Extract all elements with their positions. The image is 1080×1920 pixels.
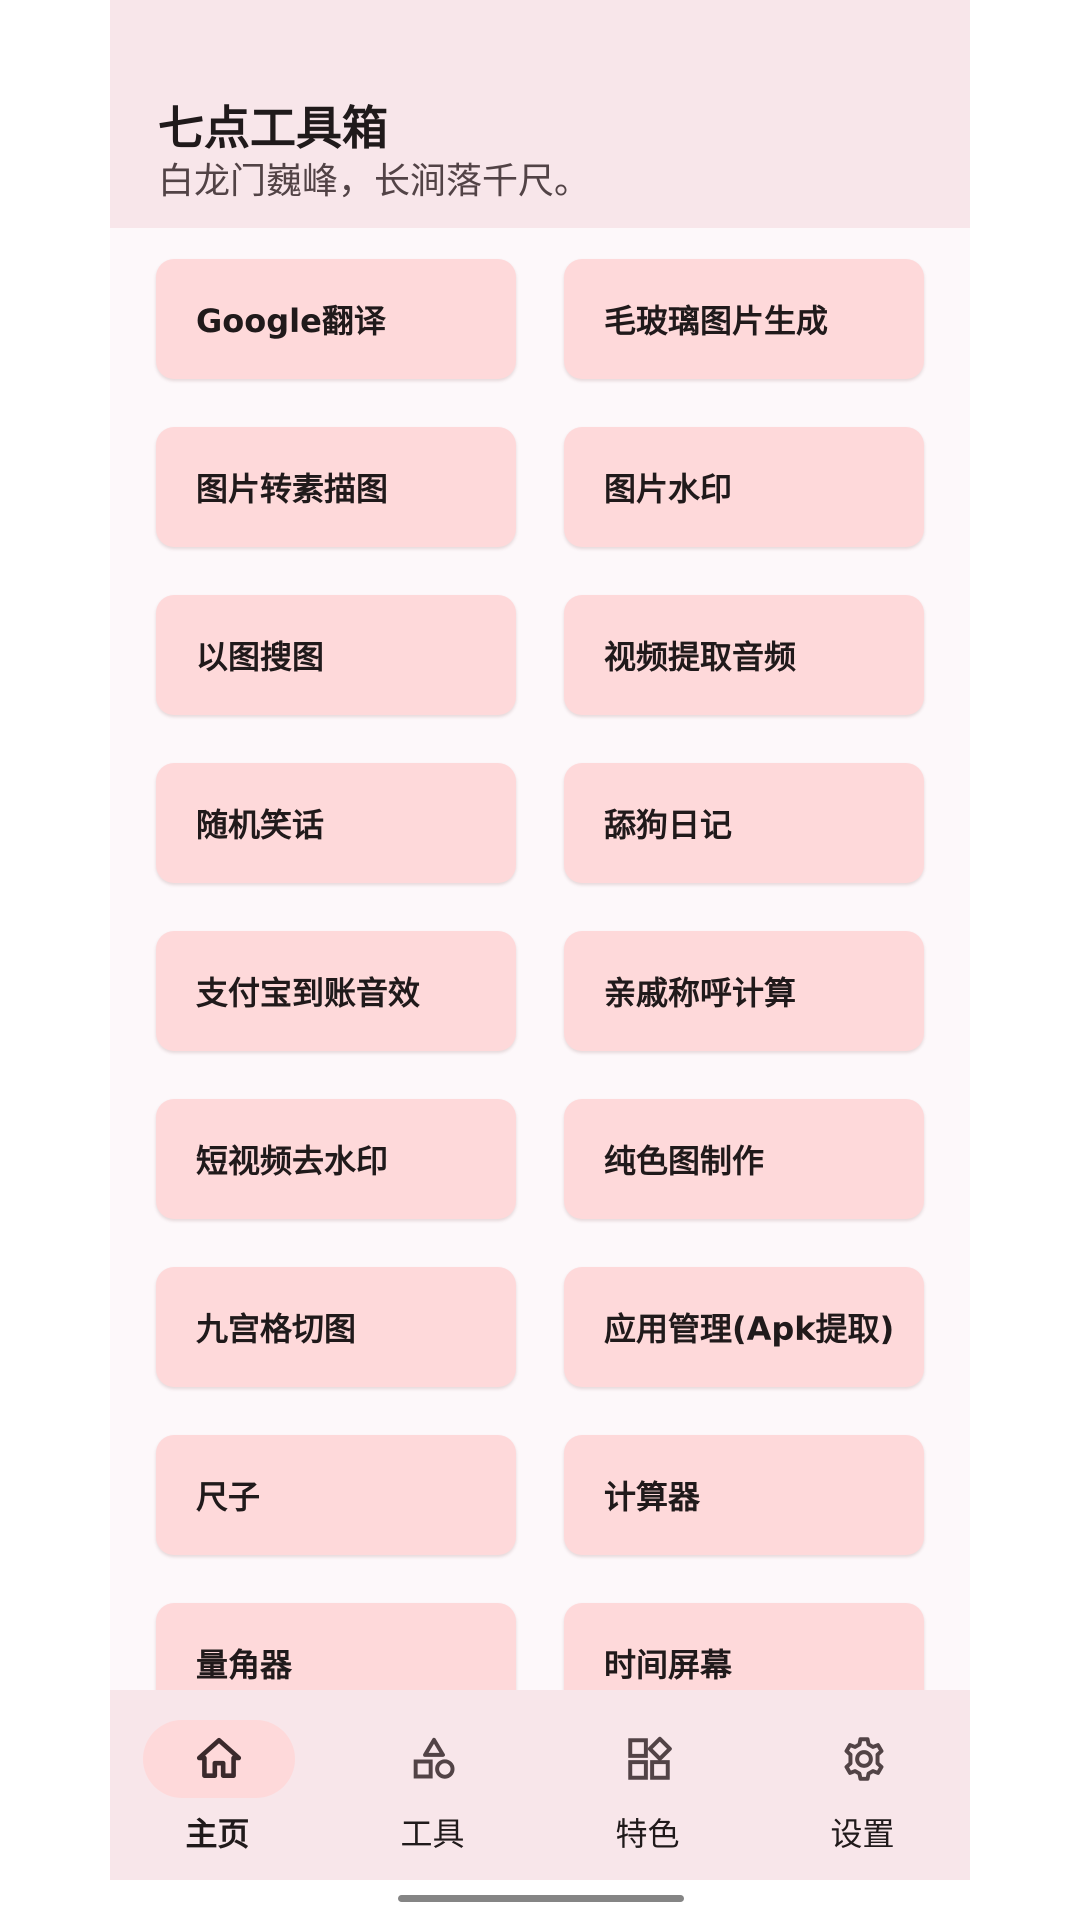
tool-image-to-sketch[interactable]: 图片转素描图: [156, 427, 516, 547]
nav-label: 主页: [185, 1815, 250, 1853]
home-icon: [196, 1737, 242, 1778]
tool-remove-video-watermark[interactable]: 短视频去水印: [156, 1099, 516, 1219]
tool-label: 亲戚称呼计算: [604, 974, 797, 1012]
tool-ruler[interactable]: 尺子: [156, 1435, 516, 1555]
tool-label: 以图搜图: [196, 638, 325, 676]
tool-nine-grid-cut[interactable]: 九宫格切图: [156, 1267, 516, 1387]
app-screen: 七点工具箱 白龙门巍峰，长涧落千尺。 Google翻译 毛玻璃图片生成 图片转素…: [110, 0, 970, 1880]
tool-label: 视频提取音频: [604, 638, 797, 676]
shapes-icon: [413, 1737, 455, 1779]
tool-google-translate[interactable]: Google翻译: [156, 259, 516, 379]
app-header: 七点工具箱 白龙门巍峰，长涧落千尺。: [110, 0, 970, 228]
tool-relative-title-calc[interactable]: 亲戚称呼计算: [564, 931, 924, 1051]
tool-label: 短视频去水印: [196, 1142, 389, 1180]
tool-alipay-sound[interactable]: 支付宝到账音效: [156, 931, 516, 1051]
tool-calculator[interactable]: 计算器: [564, 1435, 924, 1555]
tool-label: 随机笑话: [196, 806, 325, 844]
nav-settings[interactable]: 设置: [755, 1690, 970, 1880]
tool-label: 图片转素描图: [196, 470, 389, 508]
nav-tools[interactable]: 工具: [325, 1690, 540, 1880]
tool-label: 毛玻璃图片生成: [604, 302, 829, 340]
widgets-icon: [628, 1736, 672, 1780]
tool-label: 应用管理(Apk提取): [604, 1310, 895, 1348]
tool-solid-color-image[interactable]: 纯色图制作: [564, 1099, 924, 1219]
nav-label: 工具: [400, 1815, 465, 1853]
tool-video-extract-audio[interactable]: 视频提取音频: [564, 595, 924, 715]
nav-featured[interactable]: 特色: [540, 1690, 755, 1880]
nav-home[interactable]: 主页: [110, 1690, 325, 1880]
tool-label: 图片水印: [604, 470, 733, 508]
tool-frosted-glass-image[interactable]: 毛玻璃图片生成: [564, 259, 924, 379]
tool-label: 时间屏幕: [604, 1646, 733, 1684]
nav-label: 特色: [615, 1815, 680, 1853]
tool-reverse-image-search[interactable]: 以图搜图: [156, 595, 516, 715]
app-subtitle: 白龙门巍峰，长涧落千尺。: [158, 161, 591, 202]
tool-image-watermark[interactable]: 图片水印: [564, 427, 924, 547]
tool-simp-diary[interactable]: 舔狗日记: [564, 763, 924, 883]
tool-label: 尺子: [196, 1478, 261, 1516]
tool-label: Google翻译: [196, 302, 386, 340]
gear-icon: [844, 1737, 884, 1781]
tool-random-joke[interactable]: 随机笑话: [156, 763, 516, 883]
tool-app-manager[interactable]: 应用管理(Apk提取): [564, 1267, 924, 1387]
tool-label: 支付宝到账音效: [196, 974, 421, 1012]
tool-label: 纯色图制作: [604, 1142, 765, 1180]
tool-label: 舔狗日记: [604, 806, 733, 844]
tool-label: 九宫格切图: [196, 1310, 357, 1348]
bottom-navigation: 主页 工具 特色 设置: [110, 1690, 970, 1880]
app-title: 七点工具箱: [158, 101, 388, 155]
tool-label: 量角器: [196, 1646, 293, 1684]
nav-label: 设置: [830, 1815, 895, 1853]
tool-label: 计算器: [604, 1478, 701, 1516]
gesture-home-bar[interactable]: [398, 1895, 684, 1902]
